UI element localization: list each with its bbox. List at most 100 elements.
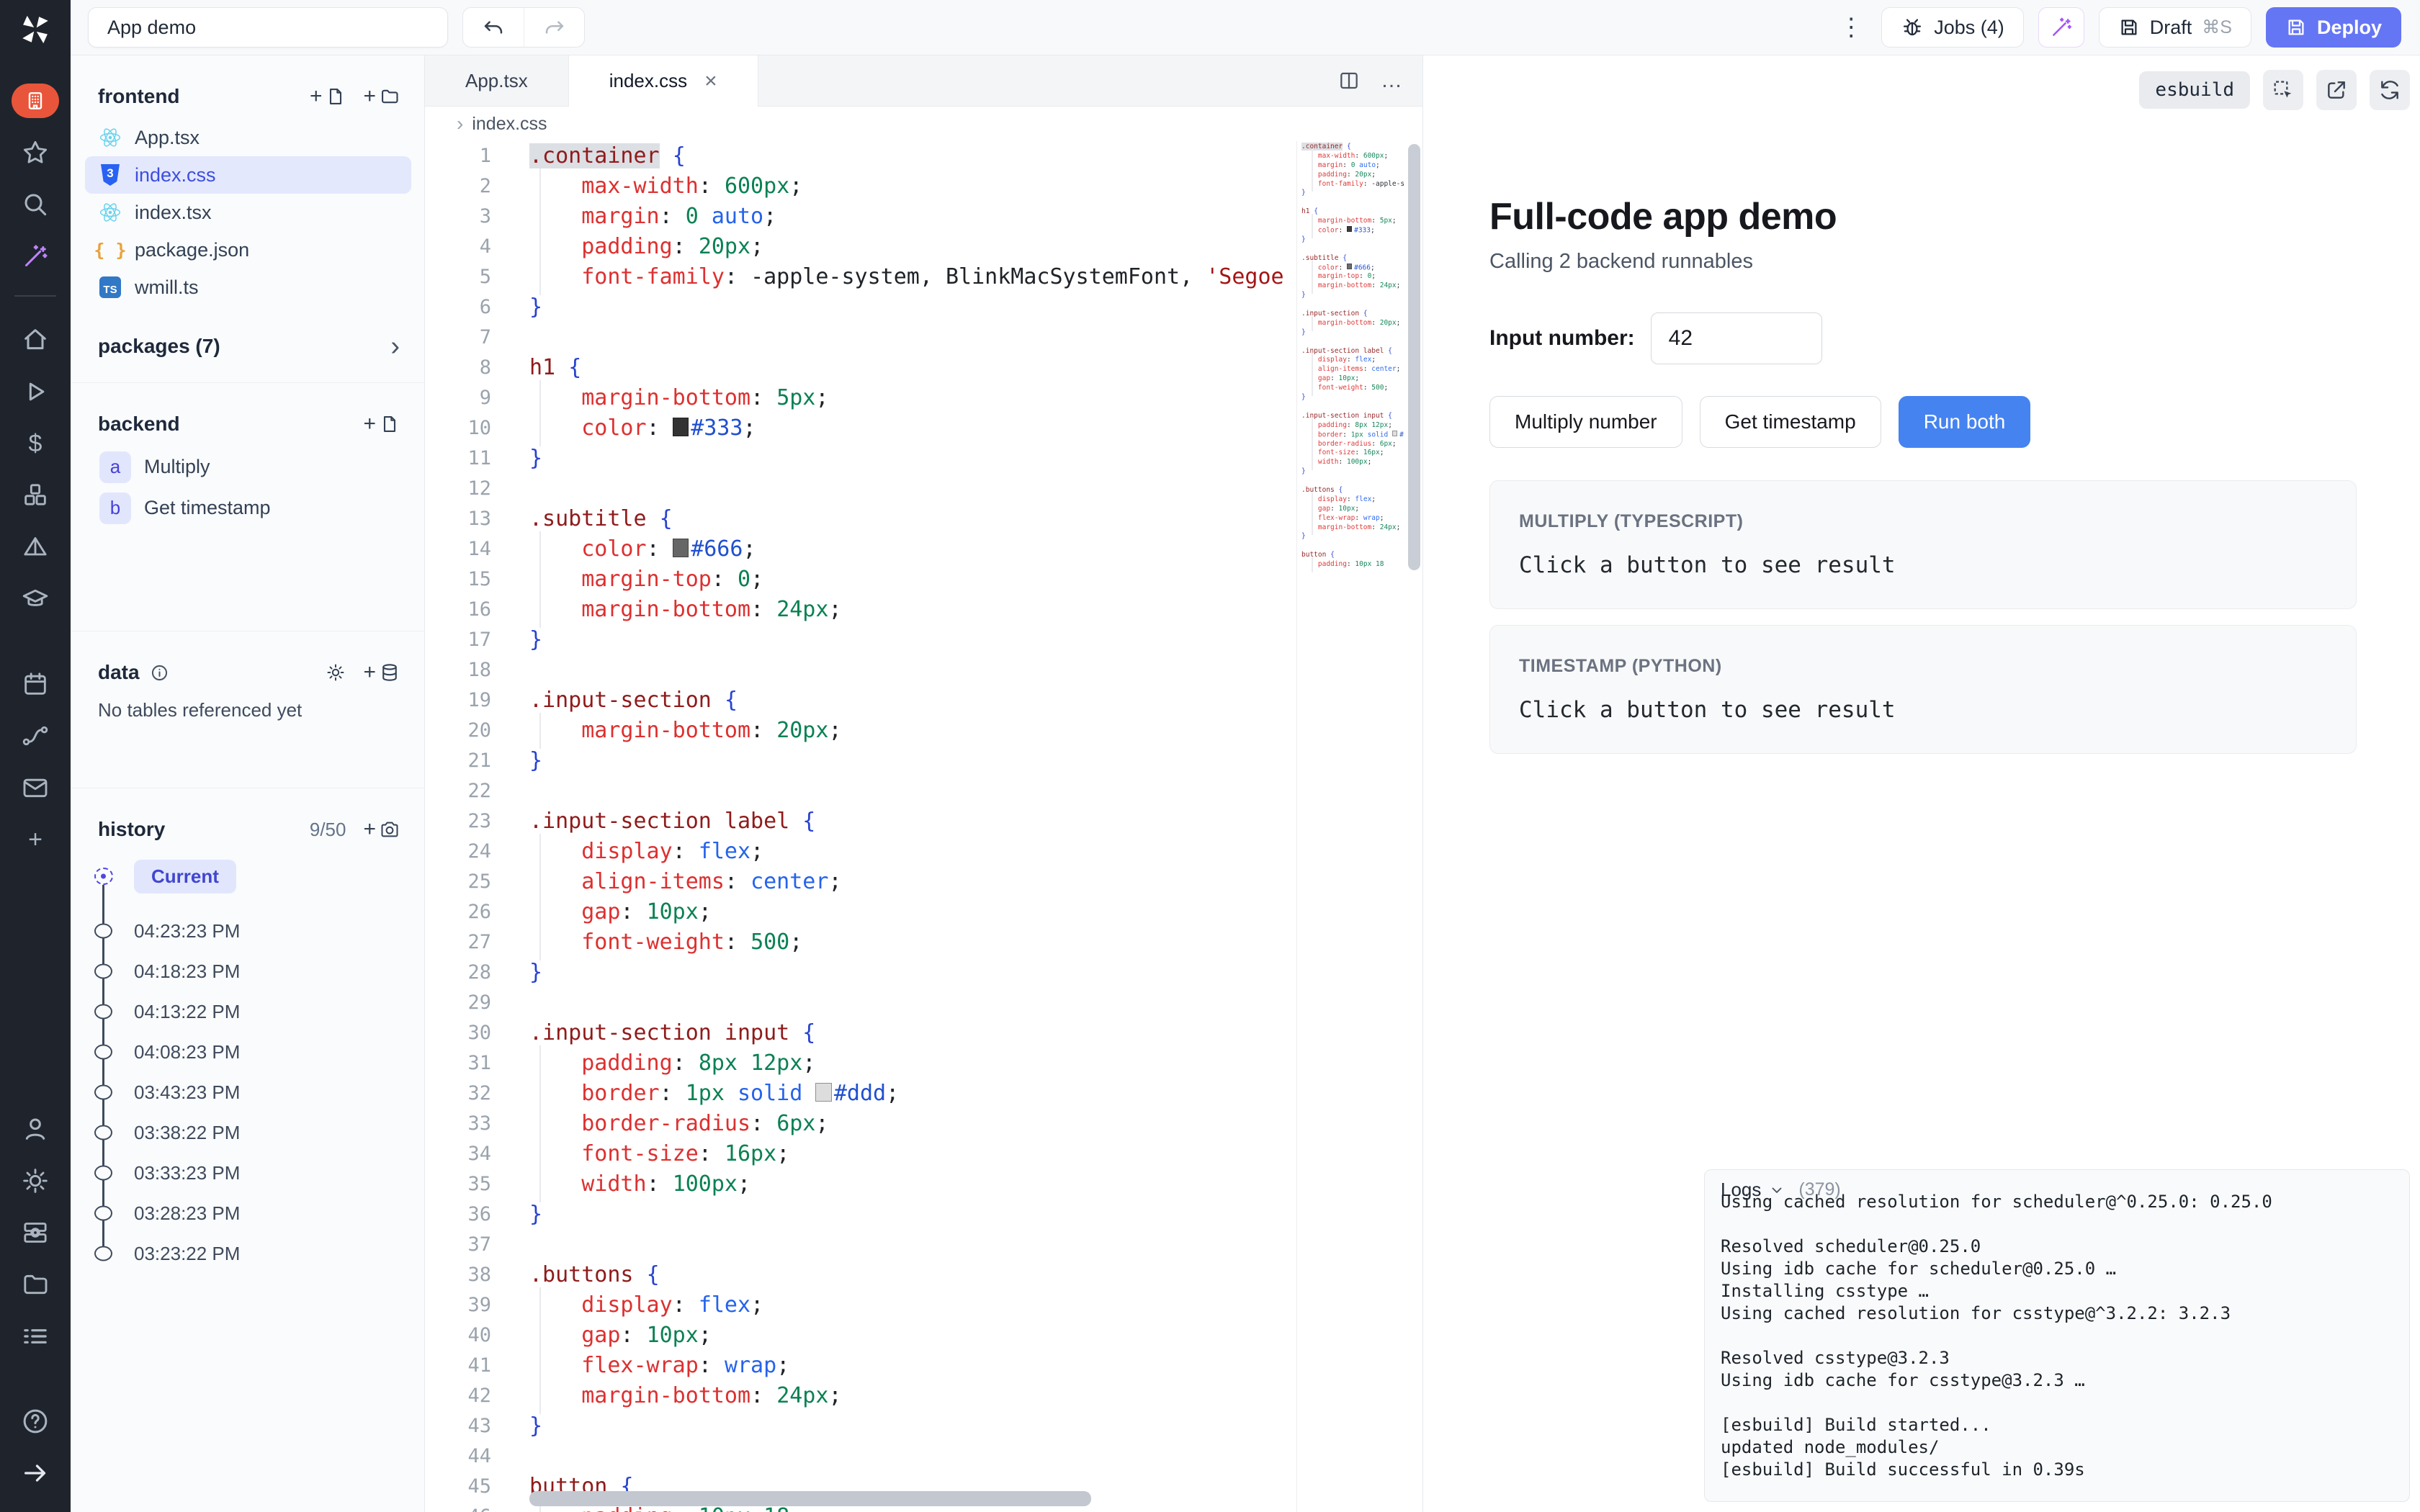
add-file-button[interactable]: + (310, 86, 346, 107)
close-icon[interactable]: × (704, 69, 717, 94)
json-icon: { } (98, 240, 122, 261)
line-number: 45 (425, 1472, 491, 1502)
data-settings-gear-icon[interactable] (326, 662, 346, 683)
log-line: [esbuild] Build successful in 0.39s (1721, 1459, 2393, 1481)
variables-dollar-icon[interactable]: $ (12, 420, 58, 467)
left-icon-rail: $ + (0, 0, 71, 1512)
minimap[interactable]: .container { max-width: 600px; margin: 0… (1301, 143, 1404, 1512)
tab-App.tsx[interactable]: App.tsx (425, 55, 569, 106)
line-number: 33 (425, 1109, 491, 1139)
line-number: 8 (425, 353, 491, 383)
runnable-item-Multiply[interactable]: aMultiply (71, 446, 424, 487)
windmill-logo-icon[interactable] (16, 10, 55, 49)
runs-play-icon[interactable] (12, 369, 58, 415)
app-name-input[interactable] (88, 7, 448, 48)
history-entry[interactable]: 03:38:22 PM (71, 1112, 424, 1153)
help-icon[interactable] (12, 1398, 58, 1444)
top-bar: ⋮ Jobs (4) Draft ⌘S Dep (71, 0, 2420, 55)
snapshot-button[interactable]: + (363, 819, 400, 840)
horizontal-scrollbar[interactable] (529, 1491, 1091, 1506)
inspect-select-icon[interactable] (2263, 70, 2303, 110)
ai-wand-icon[interactable] (12, 233, 58, 279)
get-timestamp-button[interactable]: Get timestamp (1700, 396, 1881, 448)
audit-list-icon[interactable] (12, 1313, 58, 1359)
line-number: 9 (425, 383, 491, 413)
add-folder-button[interactable]: + (363, 86, 400, 107)
user-icon[interactable] (12, 1106, 58, 1152)
packages-section-toggle[interactable]: packages (7) › (71, 326, 424, 366)
file-item-App.tsx[interactable]: App.tsx (85, 119, 411, 156)
history-current-row[interactable]: Current (71, 856, 424, 896)
history-entry[interactable]: 04:13:22 PM (71, 991, 424, 1032)
add-table-button[interactable]: + (363, 662, 400, 683)
result-card: MULTIPLY (TYPESCRIPT)Click a button to s… (1489, 480, 2357, 609)
create-plus-icon[interactable]: + (12, 816, 58, 863)
history-entry[interactable]: 03:28:23 PM (71, 1193, 424, 1233)
file-item-wmill.ts[interactable]: TSwmill.ts (85, 269, 411, 306)
log-line: Resolved scheduler@0.25.0 (1721, 1236, 2393, 1258)
history-entry[interactable]: 03:33:23 PM (71, 1153, 424, 1193)
runnable-item-Get timestamp[interactable]: bGet timestamp (71, 487, 424, 528)
workspace-switcher-building-icon[interactable] (12, 84, 59, 118)
settings-gear-icon[interactable] (12, 1158, 58, 1204)
flows-route-icon[interactable] (12, 713, 58, 759)
undo-button[interactable] (463, 8, 524, 47)
tab-index.css[interactable]: index.css× (569, 55, 758, 107)
content-row: frontend + + App.tsx3index.cssindex.tsx{… (71, 55, 2420, 1512)
file-icon (380, 414, 400, 434)
split-editor-icon[interactable] (1337, 69, 1361, 92)
input-row: Input number: (1489, 312, 2357, 364)
history-timestamp: 03:38:22 PM (134, 1122, 240, 1144)
file-name: wmill.ts (135, 276, 199, 299)
redo-button[interactable] (524, 8, 584, 47)
result-card-heading: MULTIPLY (TYPESCRIPT) (1519, 511, 2327, 532)
file-item-index.css[interactable]: 3index.css (85, 156, 411, 194)
search-icon[interactable] (12, 181, 58, 228)
code-editor-panel: App.tsxindex.css× … › index.css 1.contai… (425, 55, 1422, 1512)
editor-more-icon[interactable]: … (1381, 68, 1404, 93)
history-entry[interactable]: 03:43:23 PM (71, 1072, 424, 1112)
backend-runnable-list: aMultiplybGet timestamp (71, 446, 424, 528)
runnable-badge: a (99, 451, 131, 483)
messages-mail-icon[interactable] (12, 765, 58, 811)
line-number: 46 (425, 1502, 491, 1512)
file-item-package.json[interactable]: { }package.json (85, 231, 411, 269)
collapse-arrow-icon[interactable] (12, 1450, 58, 1496)
logs-output[interactable]: Using cached resolution for scheduler@^0… (1705, 1191, 2409, 1501)
history-entry[interactable]: 04:18:23 PM (71, 951, 424, 991)
code-lines[interactable]: 1.container {2 max-width: 600px;3 margin… (425, 141, 1296, 1512)
favorites-star-icon[interactable] (12, 130, 58, 176)
folders-icon[interactable] (12, 1261, 58, 1308)
jobs-button[interactable]: Jobs (4) (1881, 7, 2024, 48)
resources-cubes-icon[interactable] (12, 472, 58, 518)
explorer-panel: frontend + + App.tsx3index.cssindex.tsx{… (71, 55, 425, 1512)
line-number: 22 (425, 776, 491, 806)
line-number: 30 (425, 1018, 491, 1048)
breadcrumb[interactable]: › index.css (425, 107, 1422, 141)
triggers-prism-icon[interactable] (12, 524, 58, 570)
history-entry[interactable]: 03:23:22 PM (71, 1233, 424, 1274)
input-number-field[interactable] (1651, 312, 1822, 364)
multiply-number-button[interactable]: Multiply number (1489, 396, 1682, 448)
history-entry[interactable]: 04:23:23 PM (71, 911, 424, 951)
ai-assistant-button[interactable] (2038, 7, 2084, 48)
kebab-menu-icon[interactable]: ⋮ (1835, 7, 1867, 48)
file-item-index.tsx[interactable]: index.tsx (85, 194, 411, 231)
log-line (1721, 1392, 2393, 1414)
vertical-scrollbar[interactable] (1408, 144, 1420, 570)
line-number: 43 (425, 1411, 491, 1441)
log-line (1721, 1213, 2393, 1236)
workers-icon[interactable] (12, 1210, 58, 1256)
add-runnable-button[interactable]: + (363, 413, 400, 435)
tutorials-cap-icon[interactable] (12, 576, 58, 622)
runnable-label: Get timestamp (144, 497, 271, 519)
home-icon[interactable] (12, 317, 58, 363)
run-both-button[interactable]: Run both (1899, 396, 2031, 448)
draft-save-button[interactable]: Draft ⌘S (2099, 7, 2251, 48)
history-entry[interactable]: 04:08:23 PM (71, 1032, 424, 1072)
refresh-icon[interactable] (2370, 70, 2410, 110)
schedules-calendar-icon[interactable] (12, 661, 58, 707)
open-external-icon[interactable] (2316, 70, 2357, 110)
code-area[interactable]: 1.container {2 max-width: 600px;3 margin… (425, 141, 1422, 1512)
deploy-button[interactable]: Deploy (2266, 7, 2401, 48)
